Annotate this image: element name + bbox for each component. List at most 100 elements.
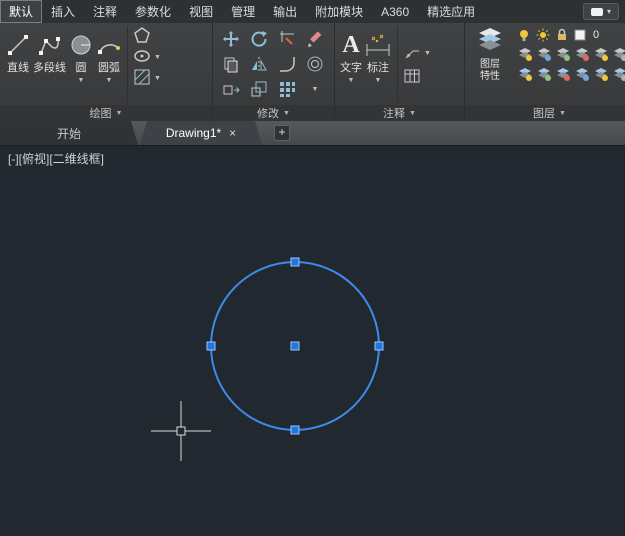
move-tool-button[interactable] (217, 26, 245, 51)
layers-panel-body: 图层特性 (465, 23, 625, 105)
grip-handle[interactable] (375, 342, 383, 350)
scale-tool-button[interactable] (245, 76, 273, 101)
file-tab-drawing1[interactable]: Drawing1* × (140, 121, 262, 145)
layer-tool-icon[interactable] (536, 66, 552, 82)
caret-down-icon: ▼ (154, 75, 161, 82)
array-tool-button[interactable] (273, 76, 301, 101)
arc-tool-label: 圆弧 (98, 62, 120, 75)
draw-panel-label: 绘图 (90, 105, 112, 121)
drawing-canvas[interactable]: [-][俯视][二维线框] (0, 145, 625, 536)
polygon-tool-button[interactable] (133, 26, 151, 44)
grip-handle[interactable] (207, 342, 215, 350)
grip-handle[interactable] (291, 426, 299, 434)
ribbon-tab-bar: 默认 插入 注释 参数化 视图 管理 输出 附加模块 A360 精选应用 ▾ (0, 0, 625, 23)
layer-tool-icon[interactable] (555, 46, 571, 62)
ribbon-tab-output[interactable]: 输出 (264, 0, 306, 23)
circle-tool-label: 圆 (76, 62, 87, 75)
sun-icon[interactable] (536, 28, 550, 42)
layer-tools-row-2 (517, 66, 625, 82)
fillet-tool-button[interactable] (273, 51, 301, 76)
layer-tool-icon[interactable] (593, 46, 609, 62)
rotate-tool-button[interactable] (245, 26, 273, 51)
arc-tool-button[interactable]: 圆弧 ▼ (95, 26, 123, 102)
layer-properties-label: 图层特性 (478, 59, 502, 82)
dimension-tool-label: 标注 (367, 62, 389, 75)
trim-tool-button[interactable] (273, 26, 301, 51)
copy-tool-button[interactable] (217, 51, 245, 76)
caret-down-icon: ▼ (154, 54, 161, 61)
polyline-tool-button[interactable]: 多段线 (32, 26, 67, 102)
layer-tool-icon[interactable] (517, 66, 533, 82)
drawing-canvas-svg[interactable] (0, 146, 625, 536)
caret-down-icon: ▼ (409, 110, 416, 117)
close-icon[interactable]: × (229, 127, 236, 139)
table-tool-button[interactable] (403, 67, 421, 85)
layer-tool-icon[interactable] (612, 46, 625, 62)
ribbon-tab-featured-apps[interactable]: 精选应用 (418, 0, 484, 23)
layer-properties-button[interactable]: 图层特性 (469, 26, 511, 102)
draw-panel-footer[interactable]: 绘图 ▼ (0, 105, 212, 121)
caret-down-icon: ▼ (106, 77, 113, 84)
offset-tool-button[interactable] (301, 51, 329, 76)
file-tab-start-label: 开始 (57, 125, 81, 142)
mirror-tool-button[interactable] (245, 51, 273, 76)
ribbon-tab-addins[interactable]: 附加模块 (306, 0, 372, 23)
layer-tools-row-1 (517, 46, 625, 62)
dimension-icon (364, 28, 392, 62)
line-tool-button[interactable]: 直线 (4, 26, 32, 102)
stretch-tool-button[interactable] (217, 76, 245, 101)
layer-tool-icon[interactable] (574, 46, 590, 62)
caret-down-icon[interactable]: ▼ (301, 76, 329, 101)
hatch-tool-button[interactable] (133, 68, 151, 86)
caret-down-icon: ▾ (607, 7, 611, 16)
ribbon-tab-view[interactable]: 视图 (180, 0, 222, 23)
grip-handle[interactable] (291, 258, 299, 266)
layer-tool-icon[interactable] (555, 66, 571, 82)
layer-tool-icon[interactable] (612, 66, 625, 82)
new-drawing-button[interactable]: + (274, 125, 290, 141)
modify-panel-body: ▼ (213, 23, 334, 105)
lightbulb-icon[interactable] (517, 28, 531, 42)
file-tab-bar: 开始 Drawing1* × + (0, 121, 625, 145)
grip-handle[interactable] (291, 342, 299, 350)
ribbon-tab-manage[interactable]: 管理 (222, 0, 264, 23)
caret-down-icon: ▼ (116, 110, 123, 117)
modify-panel-label: 修改 (257, 105, 279, 121)
file-tab-start[interactable]: 开始 (0, 121, 138, 145)
caret-down-icon: ▼ (348, 77, 355, 84)
viewport-controls[interactable]: [-][俯视][二维线框] (8, 150, 104, 167)
pickbox (177, 427, 185, 435)
ribbon-tab-parametric[interactable]: 参数化 (126, 0, 180, 23)
layer-tool-icon[interactable] (517, 46, 533, 62)
text-tool-button[interactable]: A 文字 ▼ (339, 26, 363, 102)
ribbon-tab-annotate[interactable]: 注释 (84, 0, 126, 23)
modify-panel-footer[interactable]: 修改 ▼ (213, 105, 334, 121)
erase-tool-button[interactable] (301, 26, 329, 51)
layer-tool-icon[interactable] (536, 46, 552, 62)
layers-panel: 图层特性 (465, 23, 625, 121)
ribbon-tab-insert[interactable]: 插入 (42, 0, 84, 23)
ribbon-tab-home[interactable]: 默认 (0, 0, 42, 23)
circle-tool-button[interactable]: 圆 ▼ (67, 26, 95, 102)
caret-down-icon: ▼ (283, 110, 290, 117)
layer-controls: 0 (511, 26, 625, 102)
layers-panel-label: 图层 (533, 105, 555, 121)
ellipse-tool-button[interactable] (133, 47, 151, 65)
dimension-tool-button[interactable]: 标注 ▼ (363, 26, 393, 102)
workspace-switcher-button[interactable]: ▾ (583, 3, 619, 20)
layer-tool-icon[interactable] (574, 66, 590, 82)
lock-icon[interactable] (555, 28, 569, 42)
text-tool-label: 文字 (340, 62, 362, 75)
annotation-panel-body: A 文字 ▼ 标注 ▼ ▼ (335, 23, 464, 105)
layers-panel-footer[interactable]: 图层 ▼ (465, 105, 625, 121)
modify-panel: ▼ 修改 ▼ (213, 23, 335, 121)
annotation-panel-footer[interactable]: 注释 ▼ (335, 105, 464, 121)
layer-color-swatch[interactable] (574, 29, 586, 41)
polyline-icon (37, 28, 63, 62)
file-tab-drawing1-label: Drawing1* (166, 126, 221, 140)
current-layer-name[interactable]: 0 (591, 29, 599, 41)
layer-tool-icon[interactable] (593, 66, 609, 82)
leader-tool-button[interactable] (403, 43, 421, 61)
ribbon-tab-a360[interactable]: A360 (372, 0, 418, 23)
caret-down-icon: ▼ (78, 77, 85, 84)
